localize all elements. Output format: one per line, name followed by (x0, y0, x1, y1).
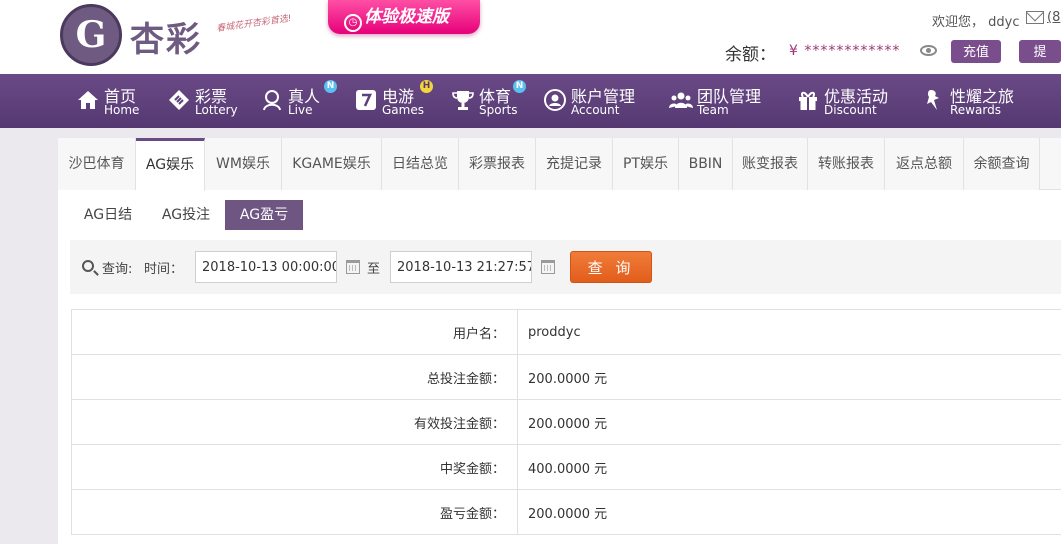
profit-loss-value: 200.0000 元 (517, 489, 1061, 535)
search-button[interactable]: 查 询 (570, 251, 652, 283)
calendar-icon[interactable] (346, 260, 360, 274)
dealer-icon (263, 90, 281, 111)
new-badge: N (324, 80, 337, 93)
slot-seven-icon (356, 90, 376, 110)
nav-sublabel: Home (104, 103, 140, 117)
username-value: proddyc (517, 309, 1061, 355)
team-icon (669, 92, 693, 108)
main-nav: 首页 Home 彩票 Lottery 真人 Live N 电游 Games H … (0, 74, 1061, 128)
nav-item-games[interactable]: 电游 Games H (354, 74, 434, 128)
profit-loss-label: 盈亏金额： (71, 489, 518, 535)
nav-sublabel: Discount (824, 103, 877, 117)
speed-version-button[interactable]: ◷ 体验极速版 (328, 0, 480, 34)
tab-pt-casino[interactable]: PT娱乐 (613, 138, 679, 190)
tab-balance-change-report[interactable]: 账变报表 (733, 138, 808, 190)
tab-kgame-casino[interactable]: KGAME娱乐 (282, 138, 382, 190)
tab-lottery-report[interactable]: 彩票报表 (459, 138, 536, 190)
result-table: 用户名： proddyc 总投注金额： 200.0000 元 有效投注金额： 2… (71, 309, 1061, 535)
nav-sublabel: Sports (479, 103, 518, 117)
tab-balance-query[interactable]: 余额查询 (964, 138, 1040, 190)
start-time-input[interactable] (195, 251, 337, 283)
tab-rebate-total[interactable]: 返点总额 (885, 138, 964, 190)
query-bar: 查询: 时间： 至 查 询 (70, 240, 1061, 294)
tab-transfer-report[interactable]: 转账报表 (808, 138, 885, 190)
table-row: 盈亏金额： 200.0000 元 (71, 489, 1061, 535)
mail-count[interactable]: (8 (1047, 10, 1060, 25)
nav-sublabel: Account (571, 103, 620, 117)
promo-label: 体验极速版 (364, 7, 449, 27)
nav-item-sports[interactable]: 体育 Sports N (451, 74, 531, 128)
table-row: 有效投注金额： 200.0000 元 (71, 399, 1061, 445)
table-row: 用户名： proddyc (71, 309, 1061, 355)
nav-item-discount[interactable]: 优惠活动 Discount (796, 74, 906, 128)
to-label: 至 (367, 262, 381, 277)
subtab-ag-daily[interactable]: AG日结 (70, 200, 146, 230)
total-bet-label: 总投注金额： (71, 354, 518, 400)
report-panel: 沙巴体育 AG娱乐 WM娱乐 KGAME娱乐 日结总览 彩票报表 充提记录 PT… (58, 138, 1061, 544)
clock-icon: ◷ (344, 14, 362, 32)
calendar-icon[interactable] (541, 260, 555, 274)
nav-sublabel: Team (697, 103, 729, 117)
tab-daily-overview[interactable]: 日结总览 (382, 138, 459, 190)
tab-bbin[interactable]: BBIN (679, 138, 733, 190)
table-row: 中奖金额： 400.0000 元 (71, 444, 1061, 490)
site-logo[interactable]: G 杏彩 春城花开杏彩首选! (60, 4, 300, 68)
time-label: 时间： (144, 262, 184, 277)
logo-text: 杏彩 (130, 20, 202, 60)
search-icon (82, 260, 94, 272)
nav-sublabel: Rewards (950, 103, 1001, 117)
top-header: G 杏彩 春城花开杏彩首选! ◷ 体验极速版 欢迎您， ddyc (8 余额： ¥… (0, 0, 1061, 82)
rewards-icon (927, 90, 939, 110)
hot-badge: H (420, 80, 433, 93)
welcome-text: 欢迎您， ddyc (932, 15, 1020, 30)
subtab-ag-profit-loss[interactable]: AG盈亏 (225, 200, 303, 230)
nav-item-account[interactable]: 账户管理 Account (543, 74, 653, 128)
nav-sublabel: Games (382, 103, 424, 117)
tab-wm-casino[interactable]: WM娱乐 (205, 138, 282, 190)
tab-ag-casino[interactable]: AG娱乐 (136, 138, 205, 191)
mail-icon[interactable] (1026, 11, 1044, 24)
total-bet-value: 200.0000 元 (517, 354, 1061, 400)
tab-deposit-withdraw-records[interactable]: 充提记录 (536, 138, 613, 190)
subtab-ag-bets[interactable]: AG投注 (148, 200, 224, 230)
nav-item-home[interactable]: 首页 Home (76, 74, 156, 128)
logo-slogan: 春城花开杏彩首选! (215, 13, 293, 35)
recharge-button[interactable]: 充值 (951, 40, 1002, 63)
new-badge: N (513, 80, 526, 93)
balance-label: 余额： (725, 45, 776, 65)
nav-item-live[interactable]: 真人 Live N (260, 74, 340, 128)
tab-saba-sports[interactable]: 沙巴体育 (58, 138, 136, 190)
valid-bet-label: 有效投注金额： (71, 399, 518, 445)
gift-icon (799, 91, 817, 110)
nav-sublabel: Lottery (195, 103, 238, 117)
table-row: 总投注金额： 200.0000 元 (71, 354, 1061, 400)
nav-item-lottery[interactable]: 彩票 Lottery (167, 74, 247, 128)
nav-sublabel: Live (288, 103, 313, 117)
report-tabs: 沙巴体育 AG娱乐 WM娱乐 KGAME娱乐 日结总览 彩票报表 充提记录 PT… (58, 138, 1061, 191)
balance-value: ¥ ************ (789, 43, 901, 59)
eye-icon[interactable] (920, 45, 937, 56)
query-label: 查询: (102, 262, 133, 277)
account-icon (544, 89, 566, 111)
username-label: 用户名： (71, 309, 518, 355)
winnings-label: 中奖金额： (71, 444, 518, 490)
home-icon (78, 91, 98, 109)
end-time-input[interactable] (390, 251, 532, 283)
trophy-icon (452, 91, 474, 110)
winnings-value: 400.0000 元 (517, 444, 1061, 490)
withdraw-button[interactable]: 提款 (1019, 40, 1061, 82)
nav-item-team[interactable]: 团队管理 Team (669, 74, 779, 128)
ticket-icon (169, 90, 189, 110)
nav-item-rewards[interactable]: 性耀之旅 Rewards (922, 74, 1032, 128)
logo-mark-icon: G (60, 4, 122, 66)
valid-bet-value: 200.0000 元 (517, 399, 1061, 445)
